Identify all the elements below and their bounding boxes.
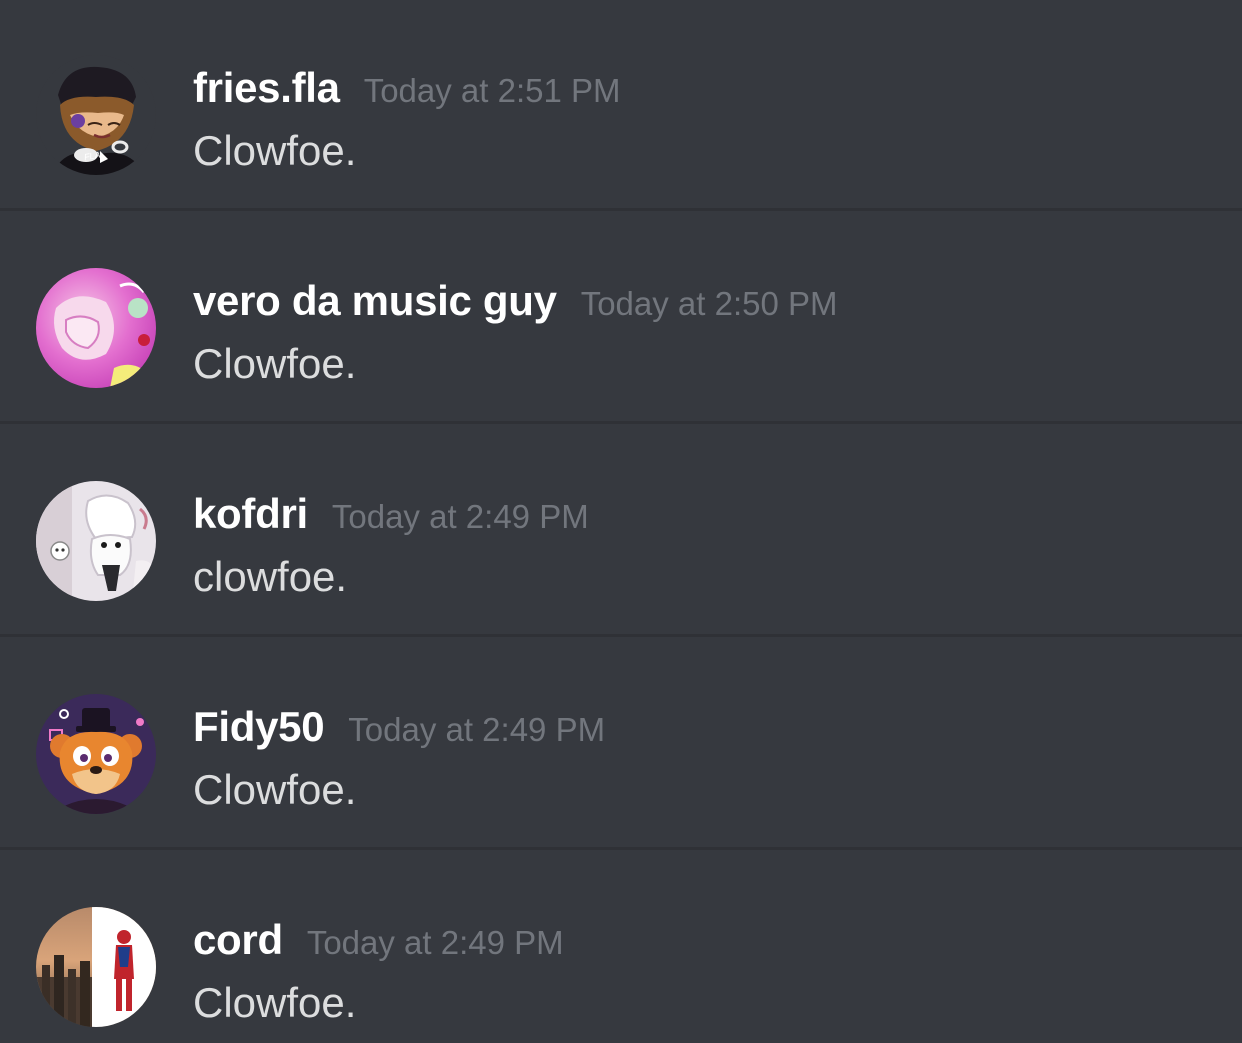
- message-header: kofdri Today at 2:49 PM: [193, 490, 589, 548]
- timestamp[interactable]: Today at 2:51 PM: [364, 72, 621, 109]
- timestamp[interactable]: Today at 2:49 PM: [307, 924, 564, 961]
- timestamp[interactable]: Today at 2:49 PM: [332, 498, 589, 535]
- city-skyline-spiderman-avatar-icon: [36, 907, 156, 1027]
- message-header: cord Today at 2:49 PM: [193, 916, 564, 974]
- timestamp[interactable]: Today at 2:49 PM: [348, 711, 605, 748]
- message-header: Fidy50 Today at 2:49 PM: [193, 703, 605, 761]
- avatar[interactable]: [36, 694, 156, 814]
- message-item[interactable]: vero da music guy Today at 2:50 PM Clowfo…: [0, 213, 1242, 424]
- avatar[interactable]: [36, 907, 156, 1027]
- message-content: Clowfoe.: [193, 766, 357, 813]
- avatar[interactable]: [36, 268, 156, 388]
- message-content: clowfoe.: [193, 553, 348, 600]
- pink-abstract-art-avatar-icon: [36, 268, 156, 388]
- message-content: Clowfoe.: [193, 127, 357, 174]
- message-list: FLA fries.fla Today at 2:51 PM Clowfoe.: [0, 0, 1242, 1043]
- username[interactable]: fries.fla: [193, 64, 340, 111]
- message-content: Clowfoe.: [193, 979, 357, 1026]
- message-header: vero da music guy Today at 2:50 PM: [193, 277, 838, 335]
- username[interactable]: kofdri: [193, 490, 308, 537]
- avatar[interactable]: [36, 481, 156, 601]
- message-header: fries.fla Today at 2:51 PM: [193, 64, 621, 122]
- animatronic-bear-avatar-icon: [36, 694, 156, 814]
- anime-character-avatar-icon: [36, 481, 156, 601]
- message-item[interactable]: FLA fries.fla Today at 2:51 PM Clowfoe.: [0, 0, 1242, 211]
- avatar[interactable]: FLA: [36, 55, 156, 175]
- timestamp[interactable]: Today at 2:50 PM: [581, 285, 838, 322]
- username[interactable]: cord: [193, 916, 283, 963]
- message-item[interactable]: kofdri Today at 2:49 PM clowfoe.: [0, 426, 1242, 637]
- message-item[interactable]: Fidy50 Today at 2:49 PM Clowfoe.: [0, 639, 1242, 850]
- message-content: Clowfoe.: [193, 340, 357, 387]
- username[interactable]: Fidy50: [193, 703, 325, 750]
- message-item[interactable]: cord Today at 2:49 PM Clowfoe.: [0, 852, 1242, 1043]
- username[interactable]: vero da music guy: [193, 277, 557, 324]
